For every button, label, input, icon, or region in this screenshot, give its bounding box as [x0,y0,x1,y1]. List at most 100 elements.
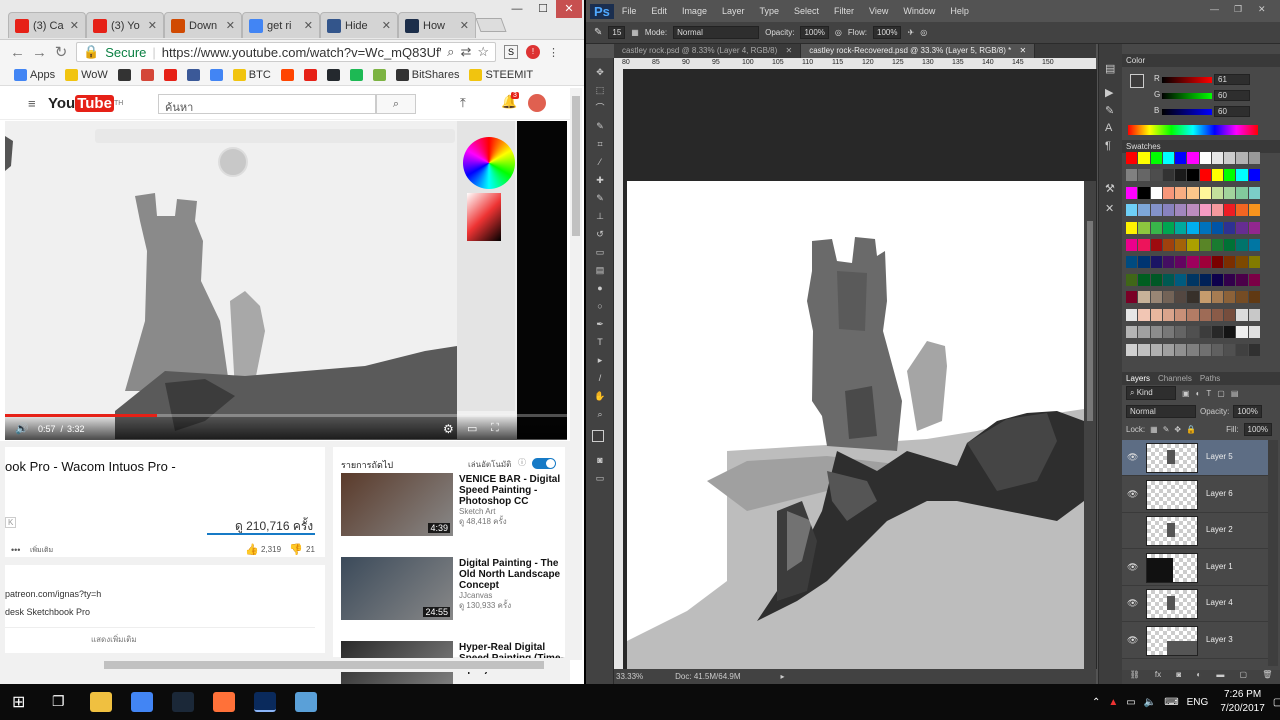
chrome-icon[interactable] [131,692,153,712]
swatch[interactable] [1175,308,1187,321]
tab-close-icon[interactable]: ✕ [148,19,157,32]
swatch[interactable] [1248,308,1260,321]
layer-row[interactable]: 👁 Layer 6 [1122,477,1268,513]
channel-value[interactable]: 61 [1214,74,1250,85]
brush-preset-icon[interactable]: ✎ [1105,104,1114,117]
bookmark-item[interactable] [372,68,386,81]
address-bar[interactable]: 🔒 Secure | https://www.youtube.com/watch… [76,42,496,62]
quick-mask-icon[interactable]: ◙ [593,454,607,466]
swatch[interactable] [1211,326,1224,339]
layer-row[interactable]: 👁 Layer 5 [1122,440,1268,476]
swatch[interactable] [1248,169,1260,182]
swatch[interactable] [1126,308,1138,321]
avatar[interactable] [528,94,546,112]
layers-scrollbar[interactable] [1268,440,1278,666]
lock-all-icon[interactable]: 🔒 [1186,425,1196,434]
swatch[interactable] [1199,308,1211,321]
swatch[interactable] [1150,326,1162,339]
gradient-tool-icon[interactable]: ▤ [593,264,607,276]
swatch[interactable] [1138,239,1150,252]
swatch[interactable] [1187,221,1199,234]
swatch[interactable] [1175,291,1187,304]
swatch[interactable] [1224,273,1236,286]
swatch[interactable] [1211,273,1224,286]
swatch[interactable] [1211,343,1224,356]
swatch[interactable] [1211,308,1224,321]
menu-layer[interactable]: Layer [722,6,745,16]
layer-visibility-icon[interactable]: 👁 [1127,635,1139,646]
swatch[interactable] [1236,221,1248,234]
browser-tab[interactable]: Hide ✕ [320,12,398,38]
swatch[interactable] [1224,291,1236,304]
properties-panel-icon[interactable]: ✕ [1105,202,1114,215]
layer-visibility-icon[interactable]: 👁 [1127,489,1139,500]
swatch[interactable] [1236,169,1248,182]
swatch[interactable] [1150,169,1162,182]
swatch[interactable] [1162,204,1175,217]
swatch[interactable] [1175,273,1187,286]
swatch[interactable] [1248,291,1260,304]
bookmark-item[interactable] [349,68,363,81]
brush-tool-icon[interactable]: ✎ [594,27,602,38]
swatch[interactable] [1138,326,1150,339]
kind-select[interactable]: ⌕ Kind [1126,386,1176,400]
swatch[interactable] [1236,291,1248,304]
tab-channels[interactable]: Channels [1158,372,1192,385]
swatch[interactable] [1187,326,1199,339]
hamburger-icon[interactable]: ≡ [28,96,36,111]
swatch[interactable] [1211,256,1224,269]
swatch[interactable] [1126,169,1138,182]
swatch[interactable] [1224,169,1236,182]
swatch[interactable] [1138,204,1150,217]
swatch[interactable] [1175,326,1187,339]
menu-edit[interactable]: Edit [651,6,667,16]
channel-slider[interactable] [1162,93,1212,99]
volume-tray-icon[interactable]: 🔈 [1144,697,1156,708]
blend-mode-select[interactable]: Normal [1126,404,1196,418]
swatch[interactable] [1199,169,1211,182]
progress-track[interactable] [5,414,567,417]
layer-opacity-field[interactable]: 100% [1233,404,1262,418]
swatch[interactable] [1126,221,1138,234]
more-actions-icon[interactable]: ••• [11,545,20,555]
youtube-search-input[interactable]: ค้นหา [158,94,376,114]
swatch[interactable] [1224,221,1236,234]
layer-visibility-icon[interactable]: 👁 [1127,452,1139,463]
swatch[interactable] [1138,169,1150,182]
bookmark-item[interactable]: WoW [65,68,108,81]
related-title[interactable]: VENICE BAR - Digital Speed Painting - Ph… [459,474,564,507]
channel-slider[interactable] [1162,109,1212,115]
swatch[interactable] [1175,204,1187,217]
extension-icon[interactable]: S [504,45,518,59]
swatch[interactable] [1187,204,1199,217]
zoom-level[interactable]: 33.33% [616,672,643,681]
healing-brush-icon[interactable]: ✚ [593,174,607,186]
related-thumbnail[interactable]: 24:55 [341,557,453,620]
swatch[interactable] [1224,152,1236,164]
tab-layers[interactable]: Layers [1126,372,1150,385]
swatch[interactable] [1224,239,1236,252]
opacity-field[interactable]: 100% [800,26,829,39]
extension-red-icon[interactable]: ! [526,45,540,59]
swatch[interactable] [1126,204,1138,217]
task-view-icon[interactable]: ❐ [52,693,65,710]
swatch[interactable] [1150,273,1162,286]
swatch[interactable] [1224,308,1236,321]
swatch[interactable] [1162,152,1175,164]
action-center-icon[interactable]: ▢ [1273,697,1280,708]
swatch[interactable] [1236,204,1248,217]
mode-select[interactable]: Normal [673,26,760,39]
youtube-logo[interactable]: You Tube TH [48,95,123,112]
swatch[interactable] [1150,186,1162,199]
minimize-button[interactable]: — [504,0,530,18]
add-mask-icon[interactable]: ◙ [1176,670,1181,684]
swatch[interactable] [1199,273,1211,286]
swatch[interactable] [1175,169,1187,182]
filter-type-icon[interactable]: T [1206,389,1211,398]
swatch[interactable] [1150,239,1162,252]
path-select-icon[interactable]: ▸ [593,354,607,366]
app-window-icon[interactable] [295,692,317,712]
swatch[interactable] [1175,186,1187,199]
network-icon[interactable]: ▭ [1126,697,1135,708]
tab-close-icon[interactable]: ✕ [226,19,235,32]
